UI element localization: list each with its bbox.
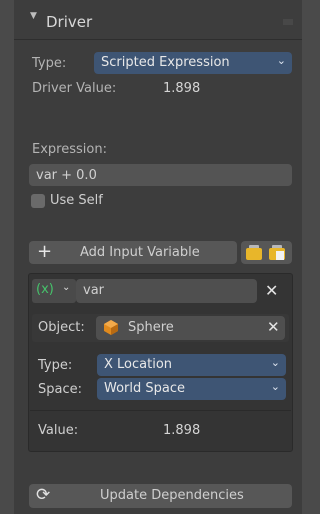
chevron-down-icon: ⌄ [270, 380, 280, 393]
transform-type-dropdown[interactable]: X Location ⌄ [97, 354, 286, 376]
collapse-triangle-icon[interactable]: ▼ [30, 11, 37, 21]
space-value: World Space [104, 381, 186, 396]
expression-input[interactable]: var + 0.0 [29, 164, 292, 186]
driver-value-label: Driver Value: [32, 81, 117, 96]
type-label: Type: [32, 56, 67, 71]
variable-value: 1.898 [163, 423, 201, 438]
transform-type-value: X Location [104, 357, 173, 372]
add-input-variable-label: Add Input Variable [80, 245, 200, 260]
paste-icon[interactable] [269, 245, 285, 260]
object-cube-icon [104, 320, 118, 335]
remove-variable-icon[interactable]: ✕ [265, 281, 278, 300]
copy-paste-variables[interactable] [241, 241, 292, 264]
variable-divider [30, 410, 291, 411]
panel-title: Driver [46, 13, 93, 31]
variable-name-input[interactable]: var [76, 279, 257, 303]
update-dependencies-label: Update Dependencies [100, 488, 244, 503]
chevron-down-icon: ⌄ [62, 282, 71, 293]
use-self-label: Use Self [50, 193, 103, 208]
space-label: Space: [38, 382, 82, 397]
variable-name: var [83, 283, 105, 298]
driver-type-dropdown[interactable]: Scripted Expression ⌄ [94, 52, 292, 74]
drag-grip-icon[interactable] [283, 19, 293, 25]
expression-value: var + 0.0 [36, 168, 97, 183]
variable-type-icon: (x) [36, 282, 54, 297]
object-name: Sphere [128, 320, 174, 335]
chevron-down-icon: ⌄ [270, 356, 280, 369]
variable-type-dropdown[interactable]: (x) ⌄ [32, 279, 76, 303]
add-input-variable-button[interactable]: + Add Input Variable [29, 241, 237, 264]
driver-value: 1.898 [163, 81, 201, 96]
object-field[interactable]: Sphere ✕ [96, 316, 285, 340]
plus-icon: + [37, 241, 53, 262]
driver-type-value: Scripted Expression [101, 55, 230, 70]
header-divider [14, 39, 302, 40]
object-label: Object: [38, 320, 85, 335]
variable-value-label: Value: [38, 423, 79, 438]
space-dropdown[interactable]: World Space ⌄ [97, 378, 286, 400]
chevron-down-icon: ⌄ [276, 54, 286, 67]
use-self-checkbox[interactable] [31, 194, 45, 208]
refresh-icon: ⟳ [36, 485, 51, 505]
expression-label: Expression: [32, 142, 107, 157]
clear-object-icon[interactable]: ✕ [267, 318, 280, 336]
update-dependencies-button[interactable]: ⟳ Update Dependencies [29, 484, 292, 508]
copy-icon[interactable] [246, 245, 262, 260]
transform-type-label: Type: [38, 358, 73, 373]
